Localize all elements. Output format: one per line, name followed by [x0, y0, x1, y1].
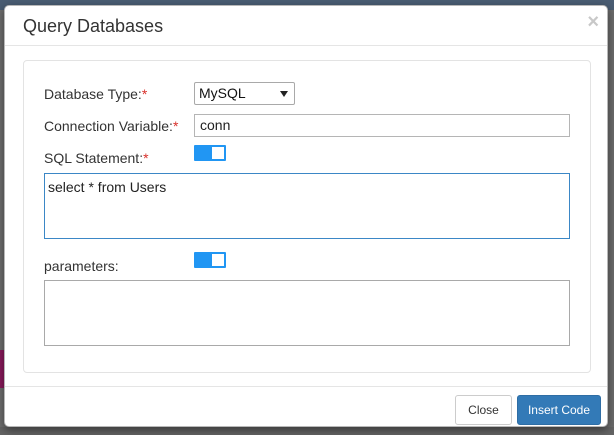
parameters-textarea[interactable]: [44, 280, 570, 346]
toggle-knob: [212, 147, 224, 159]
sql-statement-textarea[interactable]: select * from Users: [44, 173, 570, 239]
toggle-knob: [212, 254, 224, 266]
required-mark: *: [141, 86, 148, 102]
close-icon[interactable]: ×: [587, 12, 599, 32]
dialog-title: Query Databases: [23, 16, 164, 36]
sql-statement-label: SQL Statement:*: [44, 150, 149, 166]
dialog-header: Query Databases ×: [5, 6, 607, 46]
parameters-label: parameters:: [44, 258, 119, 274]
sql-statement-toggle[interactable]: [194, 145, 226, 161]
background-bottom-bar: [0, 427, 614, 435]
database-type-label: Database Type:*: [44, 86, 148, 102]
query-databases-dialog: Query Databases × Database Type:* MySQL …: [4, 5, 608, 427]
required-mark: *: [172, 118, 179, 134]
required-mark: *: [143, 150, 149, 166]
chevron-down-icon: [280, 91, 288, 97]
parameters-toggle[interactable]: [194, 252, 226, 268]
connection-variable-label: Connection Variable:*: [44, 118, 179, 134]
connection-variable-input[interactable]: conn: [194, 114, 570, 137]
close-button[interactable]: Close: [455, 395, 512, 425]
dialog-footer: Close Insert Code: [5, 386, 607, 426]
database-type-value: MySQL: [199, 85, 246, 101]
insert-code-button[interactable]: Insert Code: [517, 395, 601, 425]
database-type-select[interactable]: MySQL: [194, 82, 295, 105]
